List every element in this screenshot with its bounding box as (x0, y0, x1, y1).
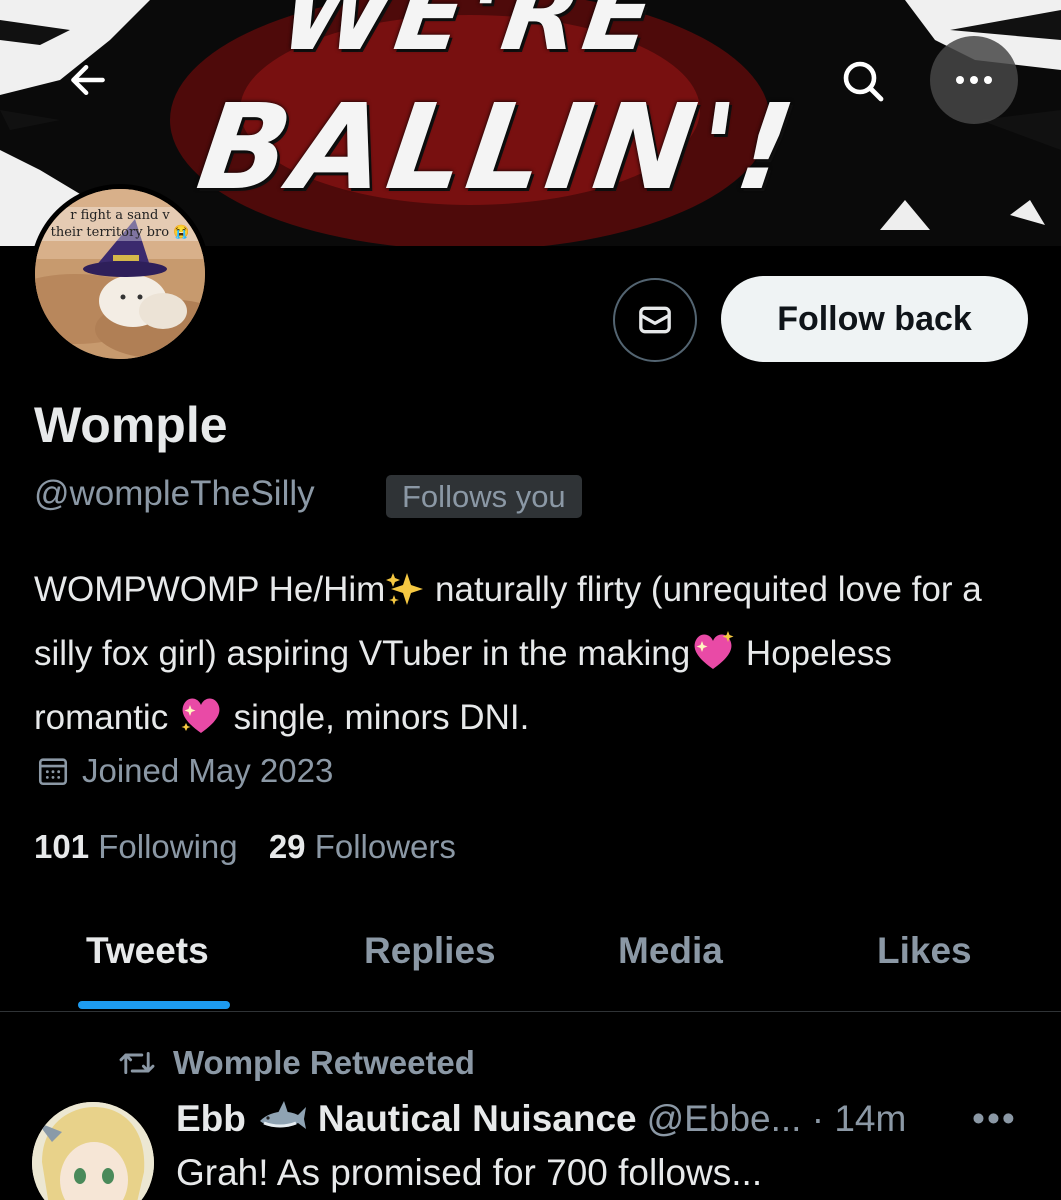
calendar-icon (38, 758, 68, 786)
tweet-avatar-image (32, 1102, 154, 1200)
arrow-left-icon (71, 64, 105, 96)
bio-text: WOMPWOMP He/Him (34, 570, 386, 609)
more-horizontal-icon (956, 76, 992, 84)
message-button[interactable] (613, 278, 697, 362)
envelope-icon (639, 306, 671, 334)
tab-media[interactable]: Media (618, 930, 723, 972)
bio-text: single, minors DNI. (223, 698, 530, 737)
retweet-icon (119, 1051, 155, 1075)
follow-back-button[interactable]: Follow back (721, 276, 1028, 362)
joined-date: Joined May 2023 (36, 752, 333, 790)
user-handle: @wompleTheSilly (34, 474, 315, 513)
active-tab-indicator (78, 1001, 230, 1009)
following-link[interactable]: 101 Following (34, 828, 238, 865)
banner-text-top: WE'RE (273, 0, 665, 73)
display-name: Womple (34, 397, 228, 453)
shark-icon (259, 1101, 306, 1129)
follows-you-badge: Follows you (386, 475, 582, 518)
profile-bio: WOMPWOMP He/Him naturally flirty (unrequ… (34, 562, 1034, 754)
search-icon (843, 61, 884, 102)
sparkles-icon (385, 569, 425, 626)
tweet-text: Grah! As promised for 700 follows... (176, 1152, 763, 1193)
profile-tabs: Tweets Replies Media Likes (0, 900, 1061, 1012)
sparkling-heart-icon (178, 693, 224, 754)
follow-stats: 101 Following 29 Followers (34, 828, 478, 866)
back-button[interactable] (46, 38, 130, 122)
profile-avatar[interactable]: r fight a sand v their territory bro 😭 (30, 184, 210, 364)
tweet-handle-time: @Ebbe... · 14m (646, 1098, 907, 1139)
followers-label: Followers (314, 828, 456, 865)
tab-likes[interactable]: Likes (877, 930, 972, 972)
tab-replies[interactable]: Replies (364, 930, 496, 972)
followers-count: 29 (268, 828, 306, 865)
tweet-author-name-suffix[interactable]: Nautical Nuisance (318, 1098, 637, 1140)
followers-link[interactable]: 29 Followers (269, 828, 456, 865)
retweet-label: Womple Retweeted (173, 1044, 475, 1081)
retweet-context[interactable]: Womple Retweeted (117, 1044, 475, 1082)
following-count: 101 (34, 828, 90, 865)
search-button[interactable] (820, 38, 906, 124)
more-options-button[interactable] (930, 36, 1018, 124)
following-label: Following (98, 828, 238, 865)
tab-tweets[interactable]: Tweets (86, 930, 209, 972)
avatar-caption-line1: r fight a sand v (35, 207, 205, 224)
banner-text-main: BALLIN'! (190, 78, 806, 216)
tweet-author-name[interactable]: Ebb (176, 1098, 246, 1140)
tweet-more-button[interactable]: ••• (972, 1098, 1017, 1140)
joined-text: Joined May 2023 (82, 752, 334, 789)
avatar-caption-line2: their territory bro 😭 (35, 224, 205, 241)
tweet-header: Ebb Nautical Nuisance @Ebbe... · 14m (176, 1098, 906, 1140)
sparkling-heart-icon (690, 629, 736, 690)
tweet-author-avatar[interactable] (32, 1102, 154, 1200)
